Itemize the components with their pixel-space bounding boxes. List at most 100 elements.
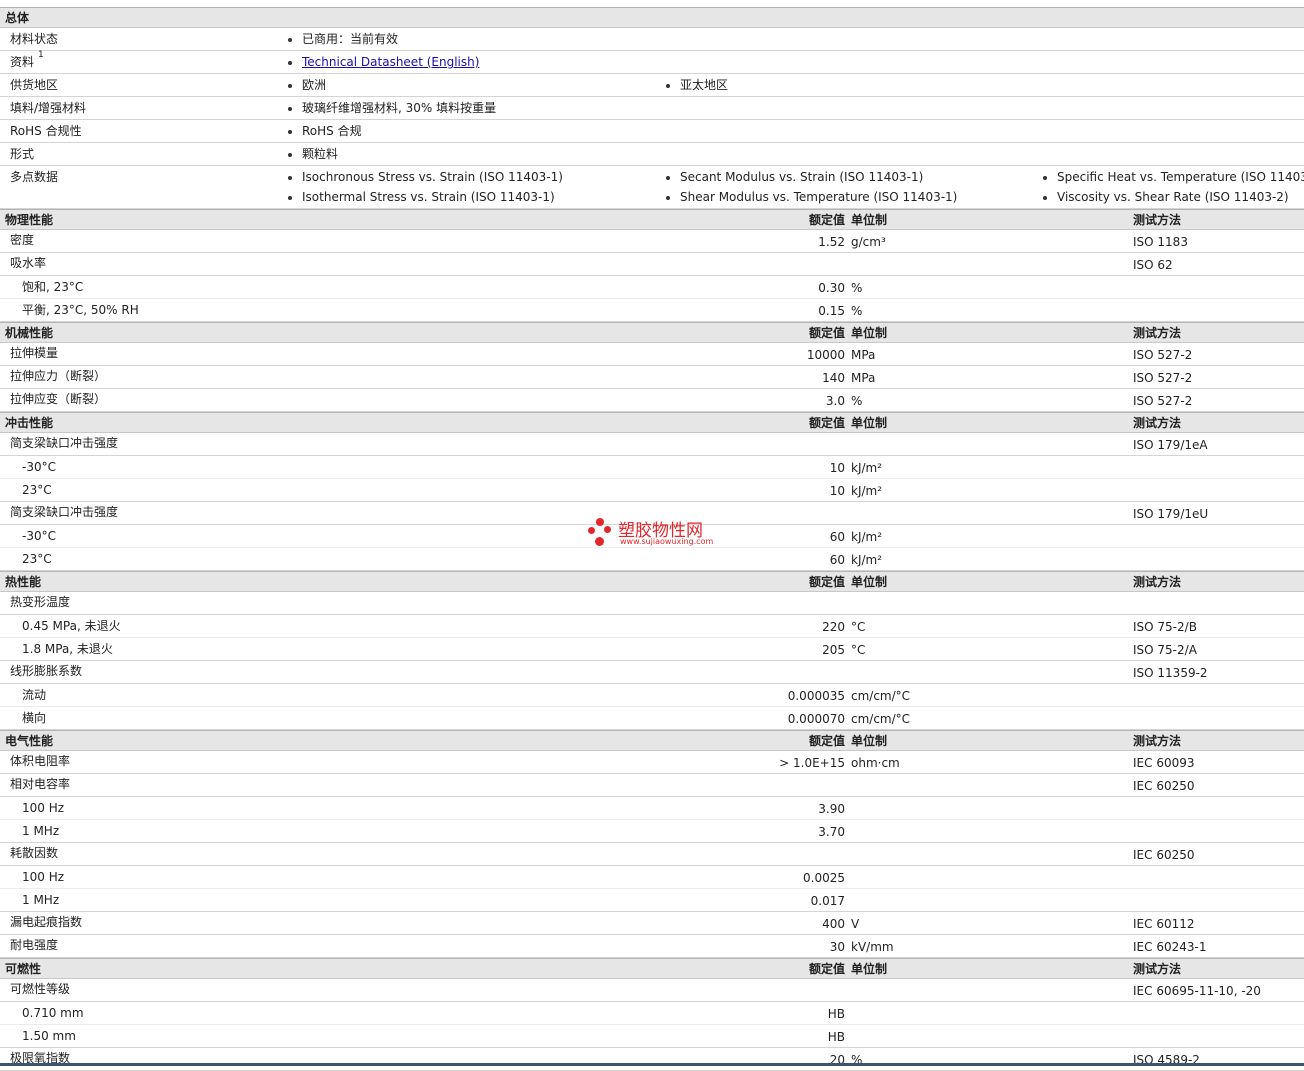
- unit-header: 单位制: [851, 734, 888, 748]
- test-method: ISO 75-2/A: [1133, 643, 1197, 657]
- property-value: 30: [829, 940, 845, 954]
- property-label: 线形膨胀系数: [10, 664, 83, 678]
- property-subrow: 1.50 mm HB: [0, 1025, 1304, 1048]
- property-value: 0.15: [818, 304, 845, 318]
- property-unit: MPa: [851, 348, 876, 362]
- property-value: 60: [829, 553, 845, 567]
- property-subrow: 23°C 10 kJ/m²: [0, 479, 1304, 502]
- condition-label: 0.710 mm: [22, 1006, 84, 1020]
- section-title: 可燃性: [5, 962, 42, 976]
- property-unit: ohm·cm: [851, 756, 900, 770]
- general-item: 颗粒料: [302, 147, 339, 161]
- property-subrow: 1.8 MPa, 未退火 205 °C ISO 75-2/A: [0, 638, 1304, 661]
- rated-header: 额定值: [808, 213, 845, 227]
- test-method: IEC 60250: [1133, 848, 1195, 862]
- unit-header: 单位制: [851, 213, 888, 227]
- property-row: 体积电阻率 > 1.0E+15 ohm·cm IEC 60093: [0, 751, 1304, 774]
- rated-header: 额定值: [808, 734, 845, 748]
- property-label: 简支梁缺口冲击强度: [10, 505, 119, 519]
- property-row: 相对电容率 IEC 60250: [0, 774, 1304, 797]
- condition-label: 平衡, 23°C, 50% RH: [22, 303, 139, 317]
- bullet-icon: [666, 196, 670, 200]
- section-header: 冲击性能 额定值 单位制 测试方法: [0, 412, 1304, 433]
- condition-label: 1 MHz: [22, 893, 60, 907]
- property-subrow: 100 Hz 3.90: [0, 797, 1304, 820]
- property-unit: kJ/m²: [851, 461, 883, 475]
- property-label: 拉伸模量: [10, 346, 59, 360]
- property-row: 简支梁缺口冲击强度 ISO 179/1eA: [0, 433, 1304, 456]
- bullet-icon: [288, 153, 292, 157]
- bullet-icon: [288, 38, 292, 42]
- section-title: 物理性能: [5, 213, 54, 227]
- property-row: 拉伸应变（断裂） 3.0% ISO 527-2: [0, 389, 1304, 412]
- condition-label: 100 Hz: [22, 801, 65, 815]
- section-header-general: 总体: [0, 7, 1304, 28]
- rated-header: 额定值: [808, 962, 845, 976]
- test-method: ISO 527-2: [1133, 394, 1193, 408]
- method-header: 测试方法: [1133, 213, 1182, 227]
- logo-dot-icon: [595, 537, 604, 546]
- test-method: IEC 60695-11-10, -20: [1133, 984, 1261, 998]
- section-header: 物理性能 额定值 单位制 测试方法: [0, 209, 1304, 230]
- general-label: 多点数据: [10, 170, 59, 184]
- general-row: 资料 1 Technical Datasheet (English): [0, 50, 1304, 74]
- property-row: 极限氧指数 20% ISO 4589-2: [0, 1048, 1304, 1071]
- method-header: 测试方法: [1133, 734, 1182, 748]
- general-row: 多点数据 Isochronous Stress vs. Strain (ISO 1…: [0, 166, 1304, 209]
- property-unit: kV/mm: [851, 940, 894, 954]
- bullet-icon: [288, 196, 292, 200]
- property-unit: kJ/m²: [851, 484, 883, 498]
- general-item: Isochronous Stress vs. Strain (ISO 11403…: [302, 170, 563, 184]
- test-method: ISO 179/1eA: [1133, 438, 1208, 452]
- general-label: RoHS 合规性: [10, 124, 82, 138]
- bullet-icon: [1043, 196, 1047, 200]
- property-label: 耗散因数: [10, 846, 59, 860]
- bullet-icon: [288, 107, 292, 111]
- condition-label: 1 MHz: [22, 824, 60, 838]
- condition-label: 饱和, 23°C: [22, 280, 84, 294]
- property-unit: kJ/m²: [851, 553, 883, 567]
- unit-header: 单位制: [851, 416, 888, 430]
- property-value: 205: [822, 643, 845, 657]
- method-header: 测试方法: [1133, 416, 1182, 430]
- bullet-icon: [666, 84, 670, 88]
- watermark-url: www.sujiaowuxing.com: [620, 537, 714, 546]
- property-label: 拉伸应力（断裂）: [10, 369, 107, 383]
- property-subrow: 平衡, 23°C, 50% RH 0.15%: [0, 299, 1304, 322]
- property-subrow: 23°C 60 kJ/m²: [0, 548, 1304, 571]
- general-label: 资料: [10, 55, 35, 69]
- unit-header: 单位制: [851, 962, 888, 976]
- general-label: 供货地区: [10, 78, 59, 92]
- property-value: HB: [827, 1030, 845, 1044]
- general-item: Isothermal Stress vs. Strain (ISO 11403-…: [302, 190, 555, 204]
- general-label: 填料/增强材料: [10, 101, 87, 115]
- condition-label: 横向: [22, 711, 47, 725]
- rated-header: 额定值: [808, 326, 845, 340]
- property-value: 0.017: [810, 894, 845, 908]
- property-value: 3.0: [825, 394, 845, 408]
- property-unit: V: [851, 917, 860, 931]
- property-row: 耗散因数 IEC 60250: [0, 843, 1304, 866]
- test-method: IEC 60250: [1133, 779, 1195, 793]
- watermark-logo: 塑胶物性网 www.sujiaowuxing.com: [588, 515, 728, 551]
- general-item: 亚太地区: [680, 78, 729, 92]
- bullet-icon: [288, 176, 292, 180]
- property-label: 体积电阻率: [10, 754, 71, 768]
- property-subrow: 0.45 MPa, 未退火 220 °C ISO 75-2/B: [0, 615, 1304, 638]
- general-item: 欧洲: [302, 78, 327, 92]
- property-unit: MPa: [851, 371, 876, 385]
- bullet-icon: [1043, 176, 1047, 180]
- section-title: 热性能: [5, 575, 42, 589]
- property-unit: %: [851, 281, 863, 295]
- bullet-icon: [288, 84, 292, 88]
- property-value: 0.30: [818, 281, 845, 295]
- property-row: 吸水率 ISO 62: [0, 253, 1304, 276]
- property-unit: %: [851, 394, 863, 408]
- property-subrow: 1 MHz 0.017: [0, 889, 1304, 912]
- general-item: Specific Heat vs. Temperature (ISO 11403…: [1057, 170, 1304, 184]
- datasheet-link[interactable]: Technical Datasheet (English): [302, 54, 479, 70]
- property-unit: g/cm³: [851, 235, 886, 249]
- test-method: ISO 527-2: [1133, 348, 1193, 362]
- property-row: 可燃性等级 IEC 60695-11-10, -20: [0, 979, 1304, 1002]
- property-value: 10: [829, 484, 845, 498]
